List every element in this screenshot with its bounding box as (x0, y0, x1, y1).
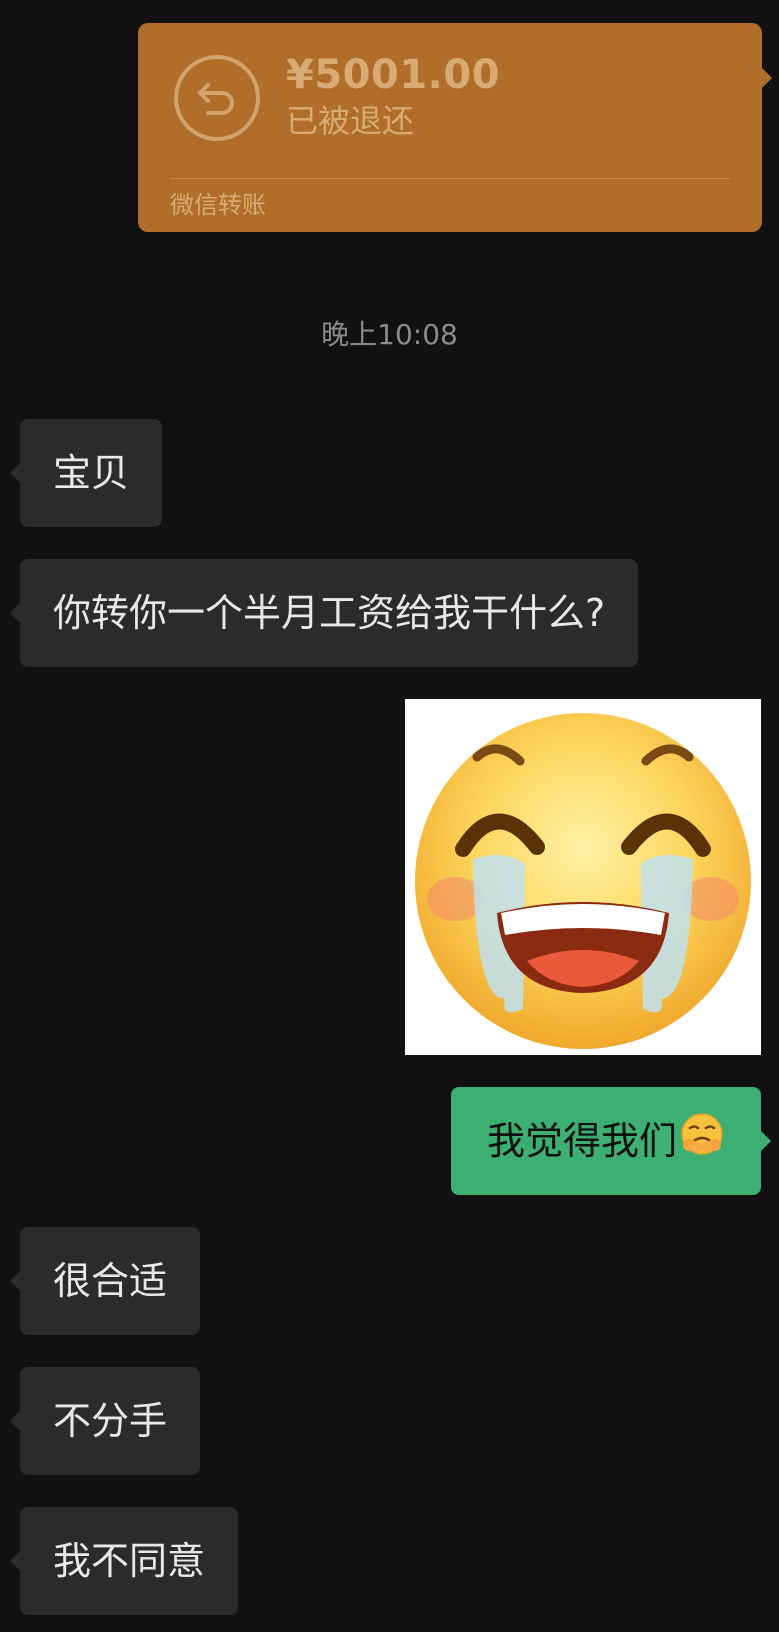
transfer-amount: ¥5001.00 (286, 52, 501, 98)
pleading-face-icon (679, 1090, 725, 1198)
bubble-tail (761, 67, 772, 89)
message-timestamp: 晚上10:08 (321, 318, 458, 351)
divider (170, 178, 730, 179)
transfer-card[interactable]: ¥5001.00 已被退还 微信转账 (138, 23, 772, 232)
message-text: 我觉得我们 (486, 1119, 677, 1163)
message-text: 不分手 (53, 1399, 168, 1443)
message-text: 你转你一个半月工资给我干什么? (53, 591, 606, 635)
transfer-source-label: 微信转账 (170, 191, 266, 219)
transfer-status: 已被退还 (286, 102, 415, 140)
message-text: 很合适 (53, 1259, 168, 1303)
incoming-message-bubble[interactable]: 你转你一个半月工资给我干什么? (9, 559, 639, 667)
laughing-crying-face-icon[interactable] (405, 699, 761, 1055)
incoming-message-bubble[interactable]: 宝贝 (9, 419, 163, 527)
return-arrow-icon (174, 55, 260, 141)
outgoing-message-bubble[interactable]: 我觉得我们 (450, 1087, 772, 1198)
incoming-message-bubble[interactable]: 很合适 (9, 1227, 201, 1335)
incoming-message-bubble[interactable]: 我不同意 (9, 1507, 239, 1615)
message-text: 我不同意 (53, 1539, 206, 1583)
incoming-message-bubble[interactable]: 不分手 (9, 1367, 201, 1475)
message-text: 宝贝 (53, 451, 130, 495)
